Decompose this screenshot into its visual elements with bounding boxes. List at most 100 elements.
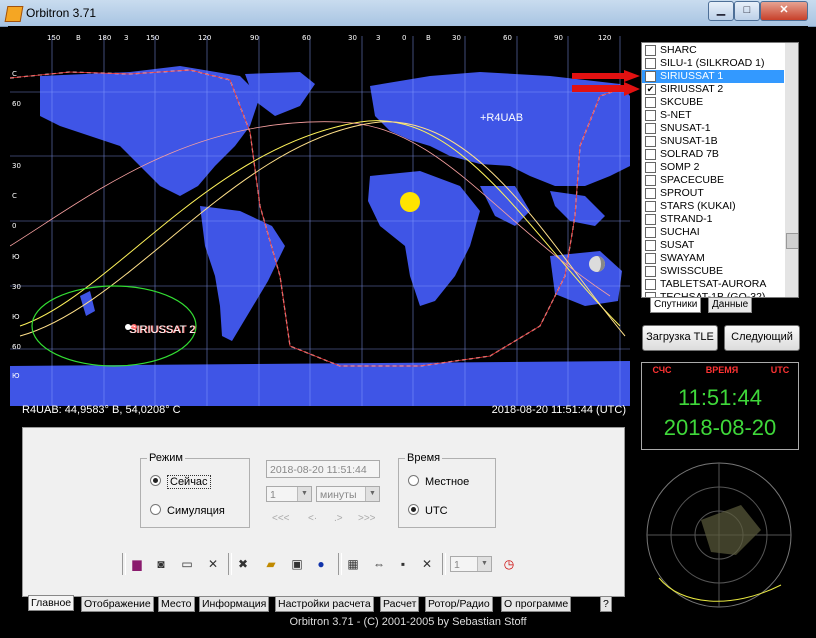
satellite-list-item[interactable]: SHARC [642, 44, 784, 57]
satellite-checkbox[interactable] [645, 162, 656, 173]
minimize-button[interactable]: ▁ [708, 1, 734, 21]
tab-help[interactable]: ? [600, 596, 612, 612]
satellite-checkbox[interactable] [645, 45, 656, 56]
satellite-list-item[interactable]: SWISSCUBE [642, 265, 784, 278]
grid-icon[interactable]: ▦ [344, 555, 362, 573]
nav-forward[interactable]: .> [334, 513, 343, 524]
next-button[interactable]: Следующий [724, 325, 800, 351]
tab-rotor-radio[interactable]: Ротор/Радио [425, 596, 493, 612]
tab-location[interactable]: Место [158, 596, 195, 612]
folder-icon[interactable]: ▰ [262, 555, 280, 573]
satellite-checkbox[interactable] [645, 253, 656, 264]
satellite-list-item[interactable]: SUCHAI [642, 226, 784, 239]
satellite-list-item[interactable]: SILU-1 (SILKROAD 1) [642, 57, 784, 70]
tab-display[interactable]: Отображение [81, 596, 154, 612]
satellite-checkbox[interactable] [645, 175, 656, 186]
expand-icon[interactable]: ✕ [418, 555, 436, 573]
step-unit: минуты [320, 489, 357, 501]
satellite-list-item[interactable]: ✔ SIRIUSSAT 2 [642, 83, 784, 96]
time-utc-radio[interactable]: UTC [408, 503, 448, 517]
satellite-list-item[interactable]: SNUSAT-1 [642, 122, 784, 135]
lat-label: 0 [12, 222, 17, 230]
satellite-checkbox[interactable] [645, 240, 656, 251]
step-unit-combo[interactable]: минуты ▼ [316, 486, 380, 502]
book-icon[interactable]: ▆ [128, 555, 146, 573]
speed-combo[interactable]: 1 ▼ [450, 556, 492, 572]
satellite-list-item[interactable]: ✔ SIRIUSSAT 1 [642, 70, 784, 83]
dots-icon[interactable]: ▪ [394, 555, 412, 573]
satellite-checkbox[interactable] [645, 136, 656, 147]
world-map[interactable]: +R4UAB SIRIUSSAT 2 [10, 36, 630, 416]
lon-label: З [376, 34, 381, 42]
mode-realtime-radio[interactable]: Сейчас [150, 474, 211, 489]
satellite-name: STARS (KUKAI) [660, 200, 736, 212]
tab-satellites[interactable]: Спутники [650, 297, 702, 313]
satellite-checkbox[interactable]: ✔ [645, 71, 656, 82]
satellite-label: SIRIUSSAT 2 [129, 324, 196, 336]
scrollbar-thumb[interactable] [786, 233, 798, 249]
tab-main[interactable]: Главное [28, 595, 75, 611]
tab-information[interactable]: Информация [199, 596, 270, 612]
satellite-list-item[interactable]: SWAYAM [642, 252, 784, 265]
nav-fast-back[interactable]: <<< [272, 513, 290, 524]
satellite-list-item[interactable]: STARS (KUKAI) [642, 200, 784, 213]
satellite-list-item[interactable]: S-NET [642, 109, 784, 122]
satellite-name: SHARC [660, 44, 697, 56]
lon-label: 150 [146, 34, 160, 42]
satellite-list[interactable]: SHARC SILU-1 (SILKROAD 1) ✔ SIRIUSSAT 1 ✔ SIR… [641, 42, 799, 298]
tab-about[interactable]: О программе [501, 596, 572, 612]
satellite-checkbox[interactable] [645, 110, 656, 121]
lon-label: 30 [452, 34, 461, 42]
maximize-button[interactable]: □ [734, 1, 760, 21]
satellite-checkbox[interactable] [645, 97, 656, 108]
minimize-icon[interactable]: ▭ [178, 555, 196, 573]
satellite-checkbox[interactable] [645, 201, 656, 212]
datetime-field[interactable]: 2018-08-20 11:51:44 [266, 460, 380, 478]
satellite-checkbox[interactable] [645, 279, 656, 290]
list-scrollbar[interactable] [785, 43, 798, 297]
satellite-list-item[interactable]: SKCUBE [642, 96, 784, 109]
satellite-checkbox[interactable] [645, 123, 656, 134]
nav-back[interactable]: <· [308, 513, 317, 524]
satellite-list-item[interactable]: SPACECUBE [642, 174, 784, 187]
time-local-radio[interactable]: Местное [408, 474, 469, 488]
lat-label: 60 [12, 343, 21, 351]
satellite-checkbox[interactable]: ✔ [645, 84, 656, 95]
tools-icon[interactable]: ✖ [234, 555, 252, 573]
satellite-list-item[interactable]: STRAND-1 [642, 213, 784, 226]
satellite-checkbox[interactable] [645, 227, 656, 238]
satellite-checkbox[interactable] [645, 188, 656, 199]
clock-time: 11:51:44 [677, 385, 762, 410]
camera-icon[interactable]: ◙ [152, 555, 170, 573]
resize-h-icon[interactable]: ⇔ [370, 555, 388, 573]
satellite-name: S-NET [660, 109, 692, 121]
satellite-list-item[interactable]: SOMP 2 [642, 161, 784, 174]
nav-fast-forward[interactable]: >>> [358, 513, 376, 524]
close-button[interactable]: ✕ [760, 1, 808, 21]
toolbar-separator [228, 553, 232, 575]
tab-calculation[interactable]: Расчет [380, 596, 420, 612]
satellite-checkbox[interactable] [645, 214, 656, 225]
tab-calc-settings[interactable]: Настройки расчета [275, 596, 374, 612]
tab-data[interactable]: Данные [708, 297, 753, 313]
close-icon[interactable]: ✕ [204, 555, 222, 573]
mode-simulation-radio[interactable]: Симуляция [150, 503, 225, 517]
mode-title: Режим [147, 452, 185, 464]
load-tle-button[interactable]: Загрузка TLE [642, 325, 718, 351]
satellite-list-item[interactable]: SUSAT [642, 239, 784, 252]
satellite-list-item[interactable]: SPROUT [642, 187, 784, 200]
clock-date: 2018-08-20 [663, 415, 777, 440]
satellite-name: SOMP 2 [660, 161, 700, 173]
satellite-checkbox[interactable] [645, 266, 656, 277]
satellite-list-item[interactable]: SNUSAT-1B [642, 135, 784, 148]
red-arrow-icon [572, 70, 640, 96]
clock-icon[interactable]: ◷ [500, 555, 518, 573]
step-value-combo[interactable]: 1 ▼ [266, 486, 312, 502]
satellite-checkbox[interactable] [645, 58, 656, 69]
satellite-checkbox[interactable] [645, 149, 656, 160]
satellite-list-item[interactable]: SOLRAD 7B [642, 148, 784, 161]
radio-dot [150, 504, 161, 515]
save-icon[interactable]: ▣ [288, 555, 306, 573]
info-icon[interactable]: ● [312, 555, 330, 573]
satellite-list-item[interactable]: TABLETSAT-AURORA [642, 278, 784, 291]
